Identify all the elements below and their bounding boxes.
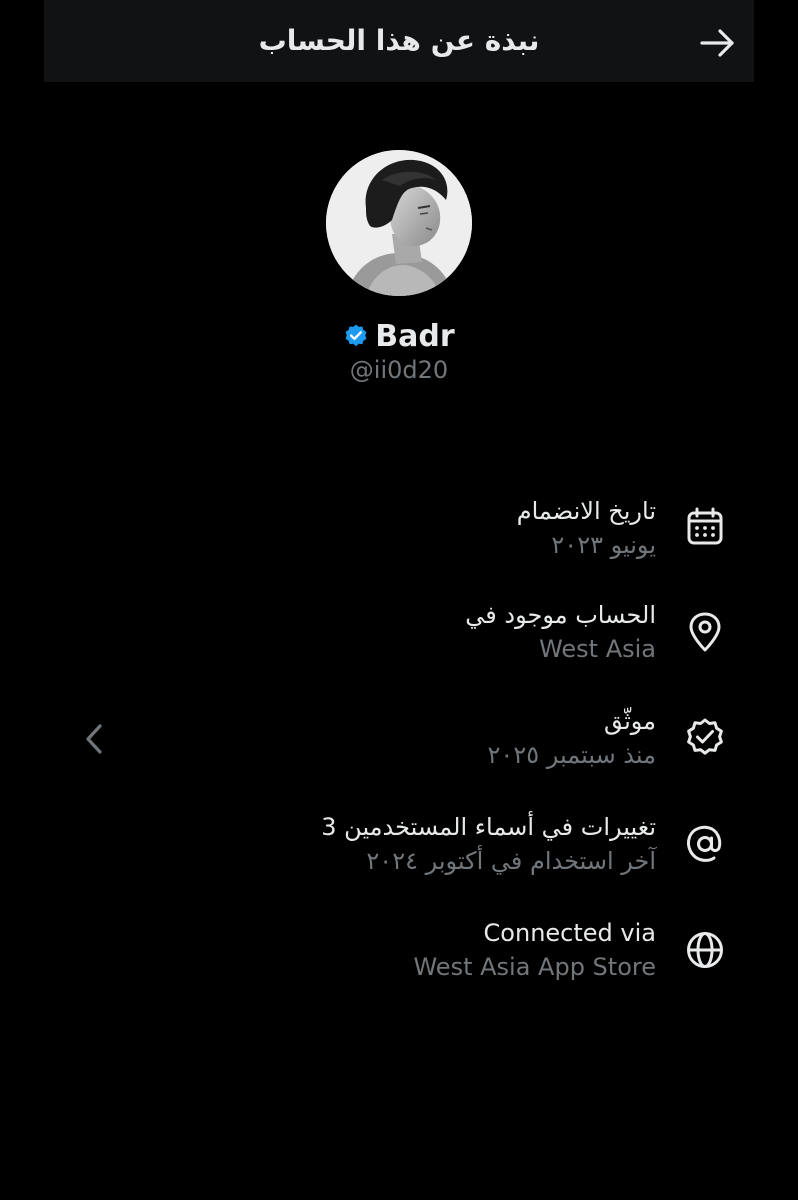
row-subtitle: West Asia App Store <box>413 953 656 981</box>
at-sign-icon <box>687 825 722 862</box>
username-handle: @ii0d20 <box>349 356 449 384</box>
display-name: Badr <box>375 318 455 354</box>
verified-badge-icon <box>345 324 367 347</box>
profile-name-row: Badr <box>0 316 798 356</box>
row-title: الحساب موجود في <box>465 601 656 629</box>
row-subtitle: يونيو ٢٠٢٣ <box>551 531 656 559</box>
page-title: نبذة عن هذا الحساب <box>258 24 540 57</box>
chevron-left-icon[interactable] <box>80 720 110 758</box>
avatar-image <box>326 150 472 296</box>
location-pin-icon <box>689 612 721 652</box>
info-row-joined: تاريخ الانضمام يونيو ٢٠٢٣ <box>0 494 798 574</box>
row-title: موثّق <box>604 707 656 735</box>
row-title: Connected via <box>483 919 656 947</box>
info-row-username-changes: 3 تغييرات في أسماء المستخدمين آخر استخدا… <box>0 810 798 890</box>
info-row-location: الحساب موجود في West Asia <box>0 598 798 678</box>
avatar[interactable] <box>326 150 472 296</box>
arrow-right-icon[interactable] <box>698 26 738 60</box>
row-subtitle: West Asia <box>539 635 656 663</box>
verified-badge-icon <box>687 718 723 755</box>
row-subtitle: آخر استخدام في أكتوبر ٢٠٢٤ <box>366 847 656 875</box>
calendar-icon <box>687 507 723 545</box>
row-title: تاريخ الانضمام <box>516 497 656 525</box>
row-title: 3 تغييرات في أسماء المستخدمين <box>321 813 656 841</box>
row-subtitle: منذ سبتمبر ٢٠٢٥ <box>487 741 656 769</box>
header-bar: نبذة عن هذا الحساب <box>44 0 754 82</box>
info-row-connected-via: Connected via West Asia App Store <box>0 916 798 996</box>
info-row-verified[interactable]: موثّق منذ سبتمبر ٢٠٢٥ <box>0 704 798 784</box>
globe-icon <box>687 932 723 968</box>
